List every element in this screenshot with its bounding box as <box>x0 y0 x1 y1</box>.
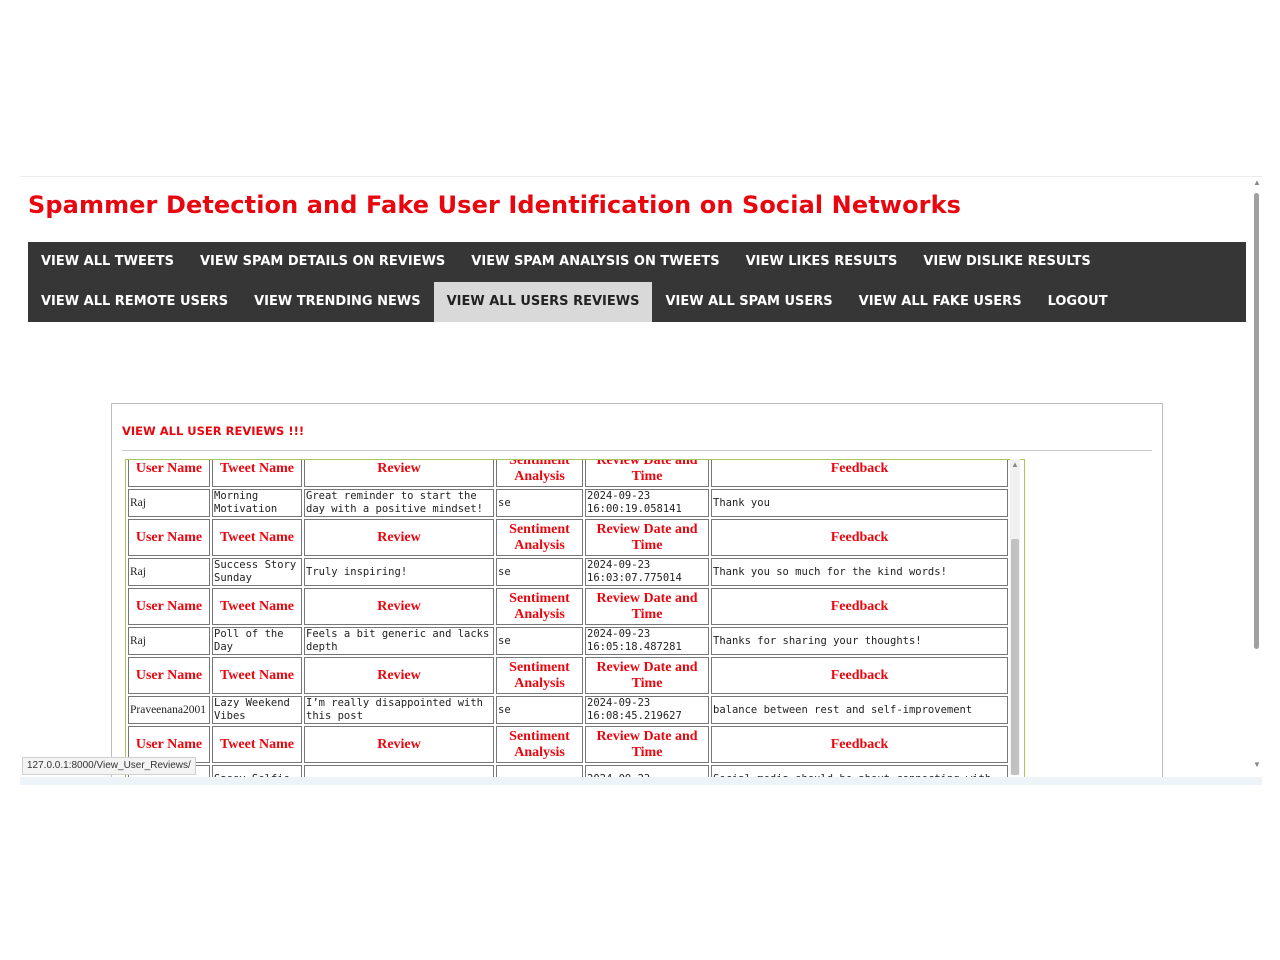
cell-user-name: Praveenana2001 <box>128 696 210 724</box>
reviews-table-scroll[interactable]: User Name Tweet Name Review Sentiment Analy… <box>125 459 1025 781</box>
header-user-name: User Name <box>128 460 210 487</box>
header-review-date-time: Review Date and Time <box>585 657 709 694</box>
nav-view-spam-analysis-on-tweets[interactable]: VIEW SPAM ANALYSIS ON TWEETS <box>458 242 732 282</box>
cell-tweet-name: Lazy Weekend Vibes <box>212 696 302 724</box>
nav-view-likes-results[interactable]: VIEW LIKES RESULTS <box>733 242 911 282</box>
header-sentiment-analysis: Sentiment Analysis <box>496 460 583 487</box>
reviews-panel: VIEW ALL USER REVIEWS !!! User Name Tweet… <box>111 403 1163 785</box>
header-review: Review <box>304 588 494 625</box>
page-scroll-down-icon[interactable]: ▼ <box>1253 761 1261 769</box>
cell-tweet-name: Poll of the Day <box>212 627 302 655</box>
header-feedback: Feedback <box>711 519 1008 556</box>
nav-row-2: VIEW ALL REMOTE USERS VIEW TRENDING NEWS… <box>28 282 1246 322</box>
header-tweet-name: Tweet Name <box>212 460 302 487</box>
table-header-row: User Name Tweet Name Review Sentiment Analy… <box>128 657 1008 694</box>
scroll-up-arrow-icon[interactable]: ▲ <box>1011 461 1019 469</box>
cell-review: Feels a bit generic and lacks depth <box>304 627 494 655</box>
cell-user-name: Raj <box>128 489 210 517</box>
table-header-row: User Name Tweet Name Review Sentiment Analy… <box>128 588 1008 625</box>
table-row: Raj Poll of the Day Feels a bit generic an… <box>128 627 1008 655</box>
cell-review: Truly inspiring! <box>304 558 494 586</box>
header-review: Review <box>304 726 494 763</box>
cell-feedback: Thank you so much for the kind words! <box>711 558 1008 586</box>
nav-view-dislike-results[interactable]: VIEW DISLIKE RESULTS <box>910 242 1103 282</box>
table-header-row: User Name Tweet Name Review Sentiment Analy… <box>128 726 1008 763</box>
reviews-table-body: User Name Tweet Name Review Sentiment Analy… <box>128 460 1008 780</box>
cell-tweet-name: Success Story Sunday <box>212 558 302 586</box>
cell-user-name: Raj <box>128 558 210 586</box>
header-feedback: Feedback <box>711 657 1008 694</box>
nav-view-all-fake-users[interactable]: VIEW ALL FAKE USERS <box>846 282 1035 322</box>
nav-row-1: VIEW ALL TWEETS VIEW SPAM DETAILS ON REV… <box>28 242 1246 282</box>
header-review-date-time: Review Date and Time <box>585 519 709 556</box>
header-feedback: Feedback <box>711 588 1008 625</box>
panel-divider <box>122 450 1152 451</box>
cell-review: I’m really disappointed with this post <box>304 696 494 724</box>
cell-review-date-time: 2024-09-23 16:03:07.775014 <box>585 558 709 586</box>
page-scrollbar-thumb[interactable] <box>1254 193 1259 649</box>
header-tweet-name: Tweet Name <box>212 726 302 763</box>
header-review: Review <box>304 657 494 694</box>
header-user-name: User Name <box>128 588 210 625</box>
cell-sentiment-analysis: se <box>496 696 583 724</box>
table-scrollbar-thumb[interactable] <box>1011 539 1019 775</box>
page-title: Spammer Detection and Fake User Identifi… <box>28 191 962 219</box>
header-tweet-name: Tweet Name <box>212 519 302 556</box>
table-scrollbar[interactable]: ▲ <box>1010 459 1020 775</box>
cell-review-date-time: 2024-09-23 16:08:45.219627 <box>585 696 709 724</box>
nav-view-all-remote-users[interactable]: VIEW ALL REMOTE USERS <box>28 282 241 322</box>
cell-review-date-time: 2024-09-23 16:00:19.058141 <box>585 489 709 517</box>
header-user-name: User Name <box>128 657 210 694</box>
table-row: Raj Morning Motivation Great reminder to s… <box>128 489 1008 517</box>
nav-view-trending-news[interactable]: VIEW TRENDING NEWS <box>241 282 433 322</box>
cell-review-date-time: 2024-09-23 16:05:18.487281 <box>585 627 709 655</box>
header-tweet-name: Tweet Name <box>212 657 302 694</box>
header-review-date-time: Review Date and Time <box>585 726 709 763</box>
header-user-name: User Name <box>128 519 210 556</box>
browser-window: Spammer Detection and Fake User Identifi… <box>20 176 1262 785</box>
header-sentiment-analysis: Sentiment Analysis <box>496 519 583 556</box>
cell-feedback: Thank you <box>711 489 1008 517</box>
nav-logout[interactable]: LOGOUT <box>1035 282 1121 322</box>
header-sentiment-analysis: Sentiment Analysis <box>496 657 583 694</box>
table-row: Praveenana2001 Lazy Weekend Vibes I’m real… <box>128 696 1008 724</box>
header-review: Review <box>304 460 494 487</box>
reviews-table: User Name Tweet Name Review Sentiment Analy… <box>126 460 1010 780</box>
header-feedback: Feedback <box>711 726 1008 763</box>
panel-title: VIEW ALL USER REVIEWS !!! <box>122 424 305 438</box>
header-feedback: Feedback <box>711 460 1008 487</box>
header-review-date-time: Review Date and Time <box>585 588 709 625</box>
cell-user-name: Raj <box>128 627 210 655</box>
cell-sentiment-analysis: se <box>496 489 583 517</box>
header-tweet-name: Tweet Name <box>212 588 302 625</box>
taskbar-strip <box>20 777 1262 785</box>
cell-feedback: Thanks for sharing your thoughts! <box>711 627 1008 655</box>
cell-sentiment-analysis: se <box>496 627 583 655</box>
cell-sentiment-analysis: se <box>496 558 583 586</box>
table-header-row: User Name Tweet Name Review Sentiment Analy… <box>128 460 1008 487</box>
page-scrollbar[interactable]: ▲ ▼ <box>1252 177 1262 773</box>
page-scroll-up-icon[interactable]: ▲ <box>1253 179 1261 187</box>
main-nav: VIEW ALL TWEETS VIEW SPAM DETAILS ON REV… <box>28 242 1246 322</box>
nav-view-all-tweets[interactable]: VIEW ALL TWEETS <box>28 242 187 282</box>
header-review: Review <box>304 519 494 556</box>
nav-view-spam-details-on-reviews[interactable]: VIEW SPAM DETAILS ON REVIEWS <box>187 242 458 282</box>
nav-view-all-users-reviews[interactable]: VIEW ALL USERS REVIEWS <box>433 282 653 322</box>
cell-tweet-name: Morning Motivation <box>212 489 302 517</box>
header-review-date-time: Review Date and Time <box>585 460 709 487</box>
cell-feedback: balance between rest and self-improvemen… <box>711 696 1008 724</box>
table-row: Raj Success Story Sunday Truly inspiring! s… <box>128 558 1008 586</box>
header-sentiment-analysis: Sentiment Analysis <box>496 726 583 763</box>
nav-view-all-spam-users[interactable]: VIEW ALL SPAM USERS <box>652 282 845 322</box>
table-header-row: User Name Tweet Name Review Sentiment Analy… <box>128 519 1008 556</box>
status-bar-url: 127.0.0.1:8000/View_User_Reviews/ <box>22 757 196 775</box>
cell-review: Great reminder to start the day with a p… <box>304 489 494 517</box>
header-sentiment-analysis: Sentiment Analysis <box>496 588 583 625</box>
